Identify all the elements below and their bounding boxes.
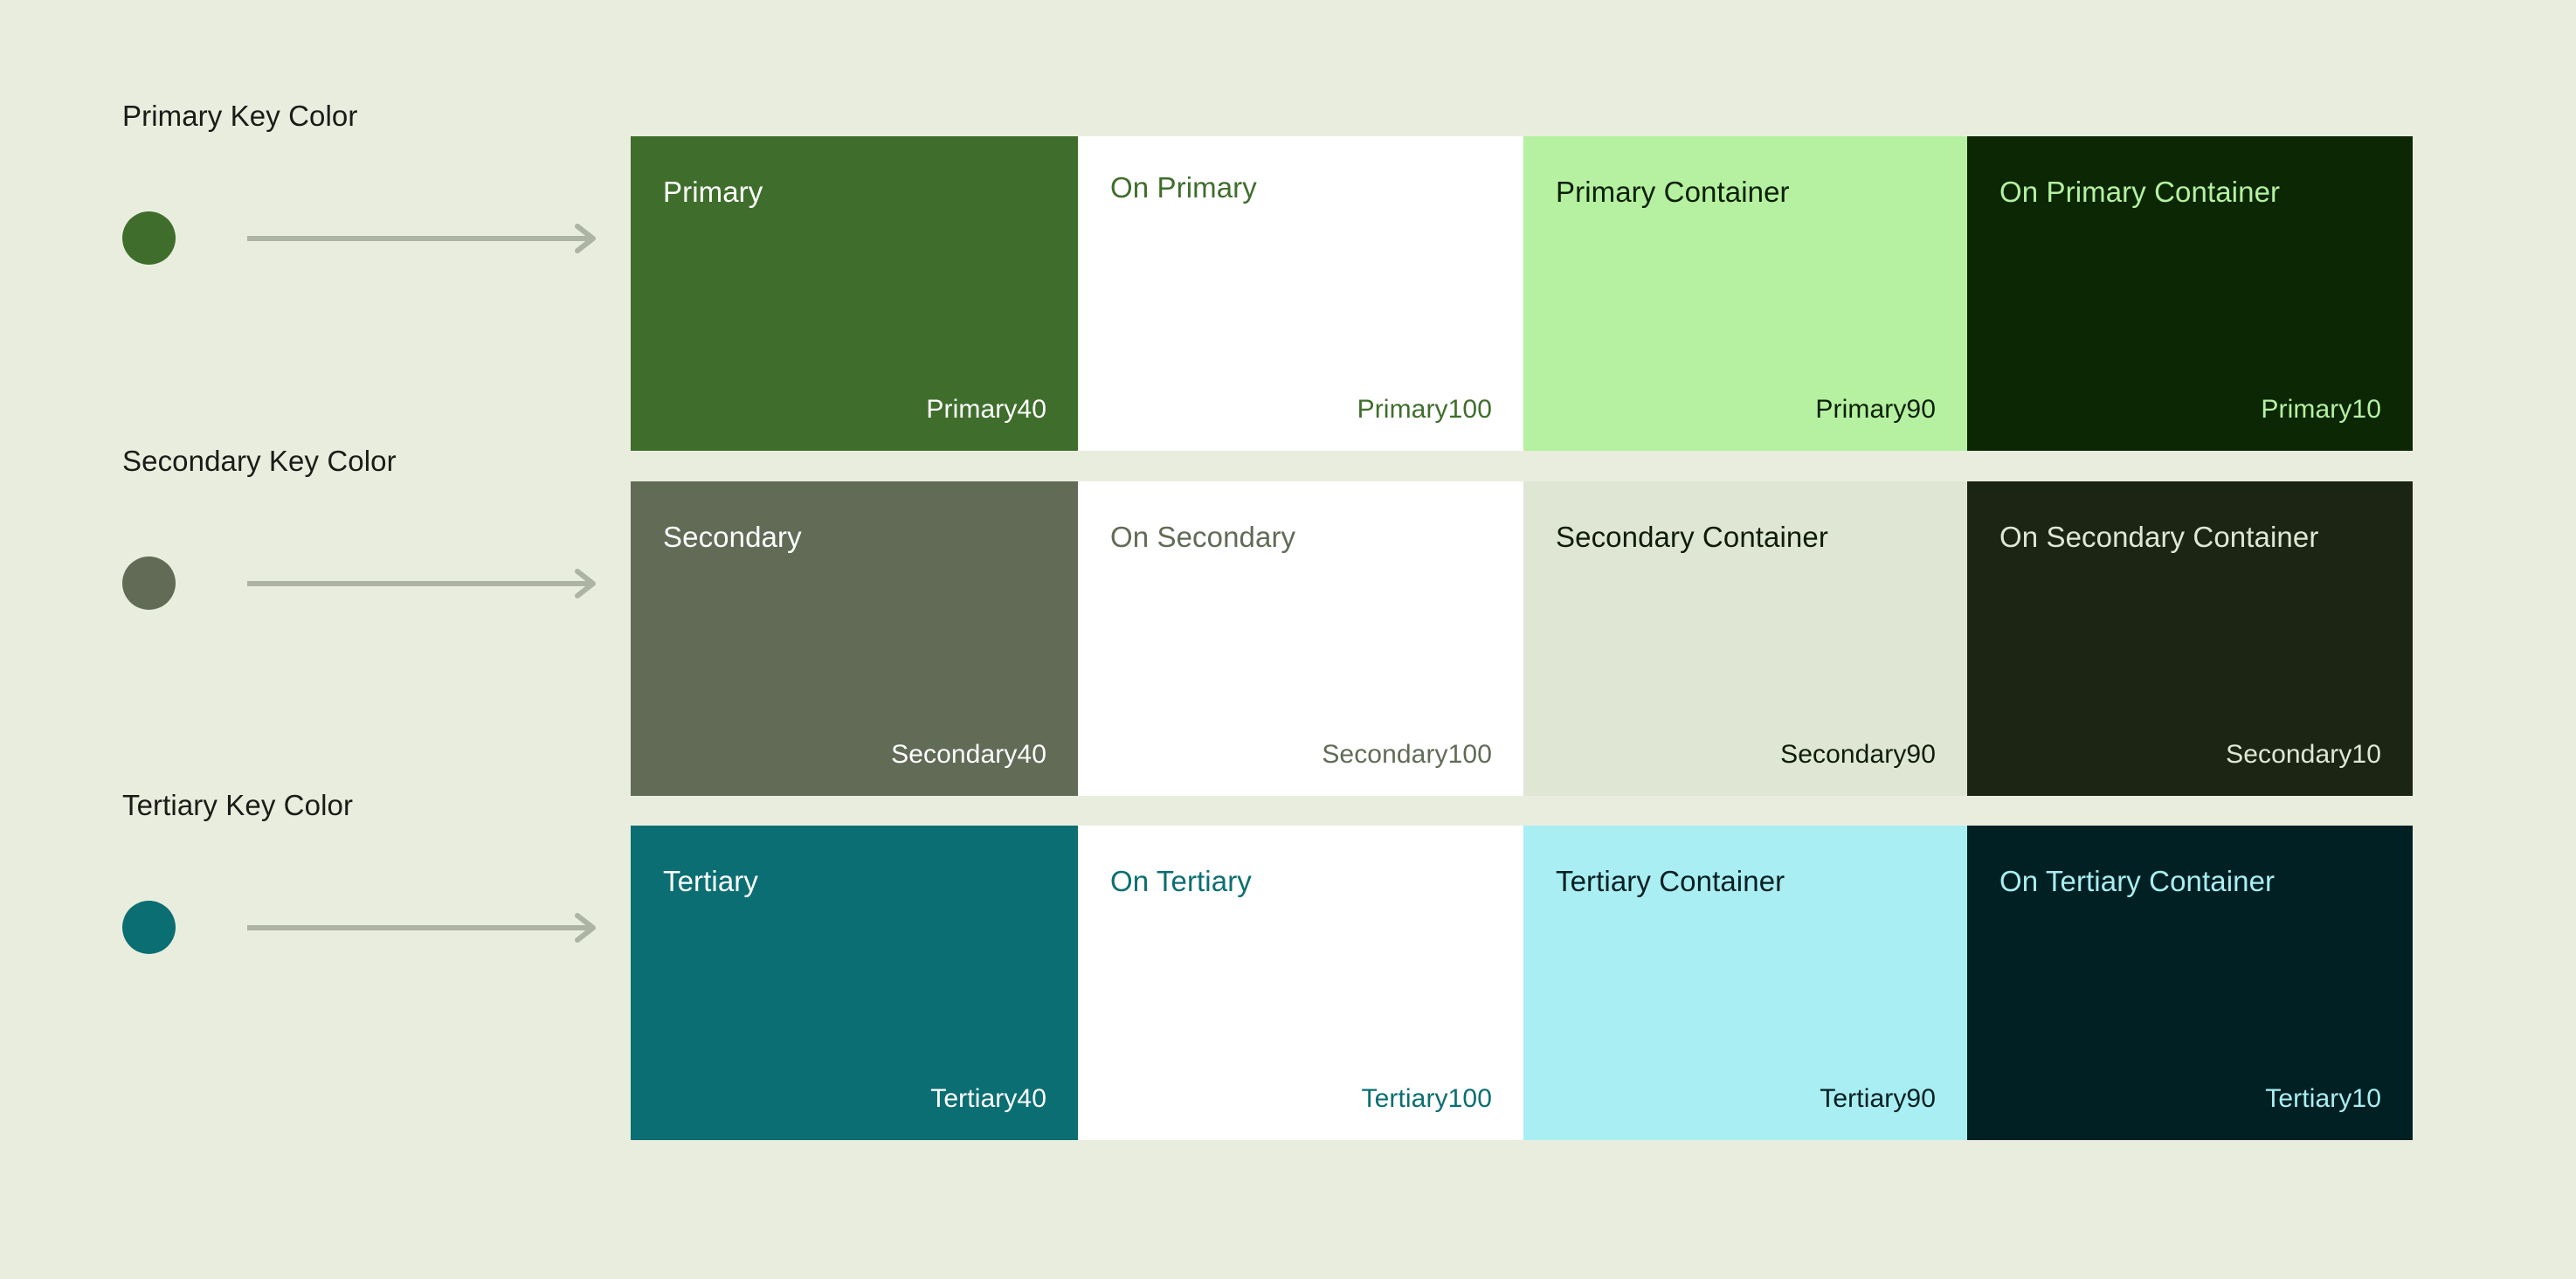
swatch-role-name: Secondary Container — [1556, 521, 1828, 553]
swatch-tone-token: Secondary90 — [1780, 740, 1936, 769]
swatch-tone-token: Secondary100 — [1322, 740, 1492, 769]
swatch-on-tertiary[interactable]: On Tertiary Tertiary100 — [1078, 826, 1523, 1140]
swatch-strip-secondary: Secondary Secondary40 On Secondary Secon… — [631, 481, 2413, 796]
color-role-row-tertiary: Tertiary Key Color Tertiary Tertiary40 O… — [0, 789, 2576, 1140]
color-role-row-secondary: Secondary Key Color Secondary Secondary4… — [0, 445, 2576, 796]
swatch-role-name: On Primary Container — [1999, 176, 2281, 208]
swatch-secondary-container[interactable]: Secondary Container Secondary90 — [1523, 481, 1967, 796]
swatch-role-name: On Tertiary Container — [1999, 865, 2276, 897]
swatch-tone-token: Primary100 — [1357, 395, 1492, 424]
swatch-on-tertiary-container[interactable]: On Tertiary Container Tertiary10 — [1967, 826, 2413, 1140]
swatch-tone-token: Primary40 — [926, 395, 1046, 424]
swatch-primary-container[interactable]: Primary Container Primary90 — [1523, 136, 1967, 451]
swatch-tone-token: Secondary40 — [891, 740, 1046, 769]
arrow-icon-primary — [247, 224, 596, 253]
swatch-role-name: On Primary — [1110, 171, 1257, 204]
swatch-primary[interactable]: Primary Primary40 — [631, 136, 1078, 451]
swatch-on-secondary[interactable]: On Secondary Secondary100 — [1078, 481, 1523, 796]
swatch-on-secondary-container[interactable]: On Secondary Container Secondary10 — [1967, 481, 2413, 796]
swatch-role-name: Secondary — [663, 521, 802, 553]
key-color-swatch-secondary — [122, 557, 176, 610]
swatch-role-name: On Tertiary — [1110, 865, 1252, 897]
swatch-role-name: Tertiary — [663, 865, 758, 897]
swatch-tone-token: Tertiary10 — [2265, 1084, 2381, 1113]
swatch-tone-token: Tertiary90 — [1820, 1084, 1936, 1113]
swatch-role-name: Tertiary Container — [1556, 865, 1785, 897]
swatch-role-name: On Secondary Container — [1999, 521, 2319, 553]
swatch-strip-primary: Primary Primary40 On Primary Primary100 … — [631, 136, 2413, 451]
swatch-tone-token: Secondary10 — [2226, 740, 2381, 769]
swatch-tertiary[interactable]: Tertiary Tertiary40 — [631, 826, 1078, 1140]
swatch-on-primary[interactable]: On Primary Primary100 — [1078, 136, 1523, 451]
key-color-label-tertiary: Tertiary Key Color — [122, 789, 354, 821]
swatch-tone-token: Primary10 — [2261, 395, 2381, 424]
key-color-block-primary: Primary Key Color — [122, 100, 611, 451]
swatch-tone-token: Tertiary100 — [1361, 1084, 1492, 1113]
color-role-row-primary: Primary Key Color Primary Primary40 On P… — [0, 100, 2576, 451]
swatch-strip-tertiary: Tertiary Tertiary40 On Tertiary Tertiary… — [631, 826, 2413, 1140]
key-color-swatch-primary — [122, 211, 176, 265]
arrow-icon-tertiary — [247, 913, 596, 943]
color-roles-diagram: Primary Key Color Primary Primary40 On P… — [0, 0, 2576, 1279]
swatch-secondary[interactable]: Secondary Secondary40 — [631, 481, 1078, 796]
swatch-on-primary-container[interactable]: On Primary Container Primary10 — [1967, 136, 2413, 451]
swatch-role-name: Primary — [663, 176, 763, 208]
swatch-role-name: Primary Container — [1556, 176, 1790, 208]
key-color-block-secondary: Secondary Key Color — [122, 445, 611, 796]
key-color-label-primary: Primary Key Color — [122, 100, 358, 132]
key-color-block-tertiary: Tertiary Key Color — [122, 789, 611, 1140]
swatch-tone-token: Primary90 — [1815, 395, 1936, 424]
swatch-tone-token: Tertiary40 — [930, 1084, 1046, 1113]
arrow-icon-secondary — [247, 569, 596, 598]
swatch-tertiary-container[interactable]: Tertiary Container Tertiary90 — [1523, 826, 1967, 1140]
swatch-role-name: On Secondary — [1110, 521, 1296, 553]
key-color-swatch-tertiary — [122, 901, 176, 954]
key-color-label-secondary: Secondary Key Color — [122, 445, 397, 477]
